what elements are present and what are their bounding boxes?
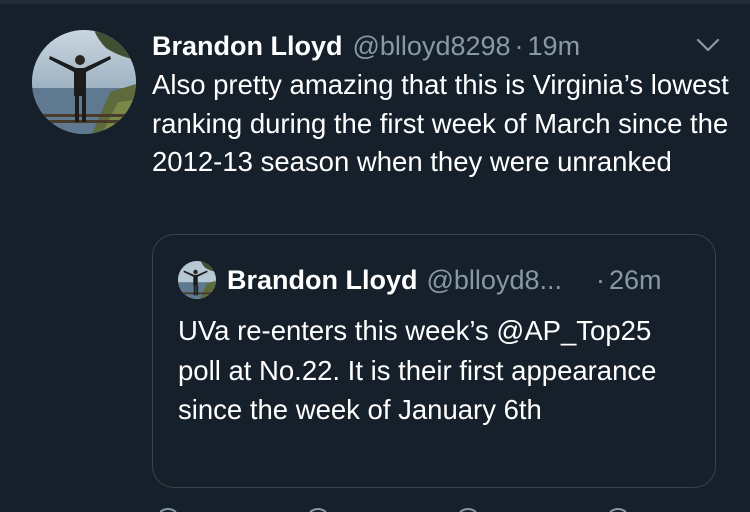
quoted-tweet-timestamp[interactable]: 26m — [609, 262, 662, 298]
quoted-author-handle[interactable]: @blloyd8... — [427, 262, 562, 298]
tweet-text: Also pretty amazing that this is Virgini… — [152, 69, 729, 177]
tweet-header: Brandon Lloyd @blloyd8298 · 19m — [152, 28, 580, 64]
tweet[interactable]: Brandon Lloyd @blloyd8298 · 19m Also pre… — [0, 4, 750, 512]
action-bar-peek — [160, 508, 627, 512]
tweet-menu-button[interactable] — [696, 36, 720, 54]
separator-dot: · — [595, 265, 605, 295]
quoted-tweet-text: UVa re-enters this week’s @AP_Top25 poll… — [178, 315, 657, 425]
profile-photo-icon — [32, 30, 136, 134]
separator-dot: · — [514, 31, 524, 61]
profile-photo-icon — [178, 261, 216, 299]
author-name[interactable]: Brandon Lloyd — [152, 28, 343, 64]
quoted-tweet-card[interactable]: Brandon Lloyd @blloyd8... · 26m UVa re-e… — [152, 234, 716, 488]
quoted-author-name[interactable]: Brandon Lloyd — [227, 262, 418, 298]
chevron-down-icon — [696, 38, 720, 52]
tweet-timestamp[interactable]: 19m — [528, 28, 581, 64]
author-avatar[interactable] — [32, 30, 136, 134]
author-handle[interactable]: @blloyd8298 — [353, 28, 511, 64]
quoted-author-avatar[interactable] — [178, 261, 216, 299]
quoted-tweet-header: Brandon Lloyd @blloyd8... · 26m — [227, 262, 662, 298]
